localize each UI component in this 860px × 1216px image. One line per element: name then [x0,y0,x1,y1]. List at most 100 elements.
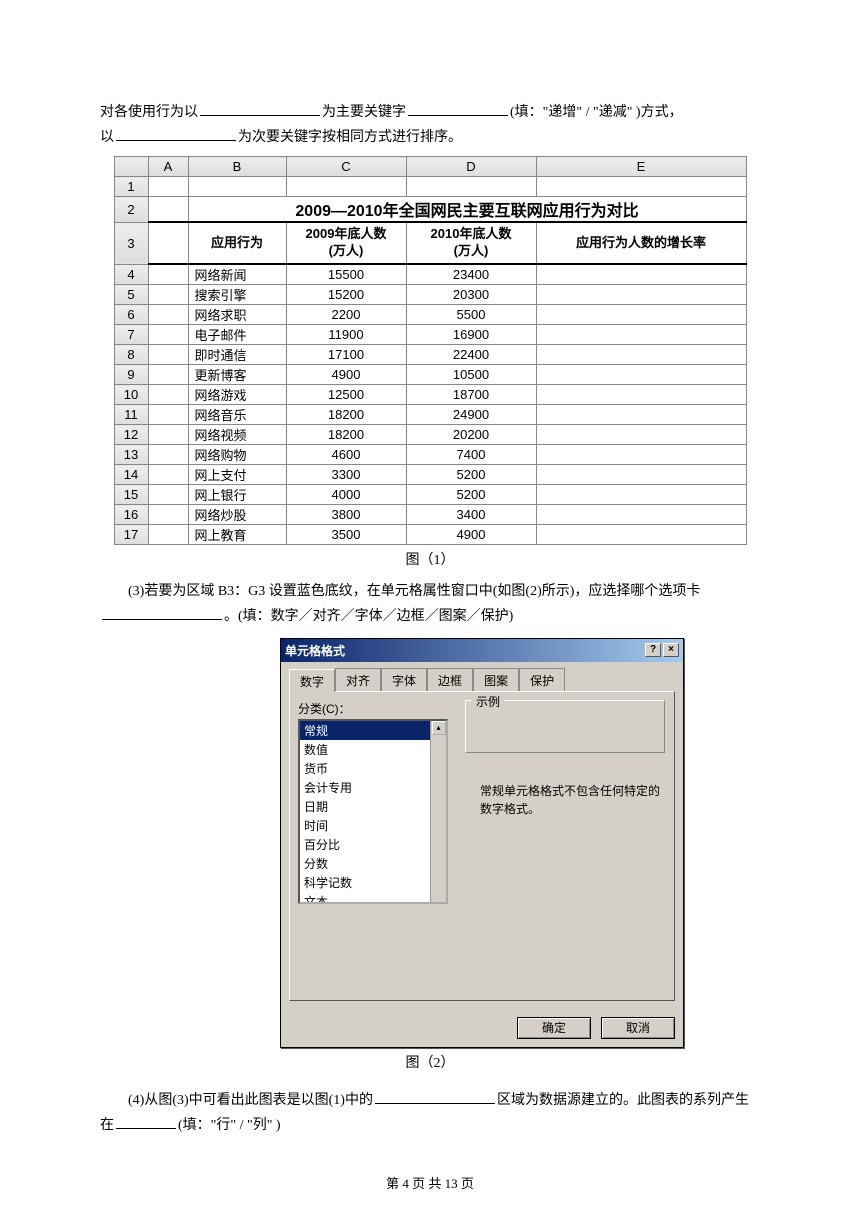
cell-2009: 3300 [286,465,406,485]
table-row: 11网络音乐1820024900 [114,405,746,425]
header-behavior: 应用行为 [188,222,286,264]
tab-保护[interactable]: 保护 [519,668,565,691]
table-row: 10网络游戏1250018700 [114,385,746,405]
category-item[interactable]: 数值 [300,740,446,759]
cell-2009: 15200 [286,285,406,305]
cell-2010: 20300 [406,285,536,305]
ok-button[interactable]: 确定 [517,1017,591,1039]
blank-order [408,102,508,116]
table-row: 9更新博客490010500 [114,365,746,385]
help-icon[interactable]: ? [645,643,661,657]
category-item[interactable]: 文本 [300,892,446,904]
col-header-A: A [148,157,188,177]
header-growth: 应用行为人数的增长率 [536,222,746,264]
cell-2009: 4900 [286,365,406,385]
cell-2009: 18200 [286,405,406,425]
row-header: 1 [114,177,148,197]
blank-secondary-key [116,127,236,141]
cell-2010: 7400 [406,445,536,465]
cell-2010: 4900 [406,525,536,545]
row-header: 4 [114,264,148,285]
cell-growth [536,505,746,525]
row-header: 7 [114,325,148,345]
category-listbox[interactable]: 常规数值货币会计专用日期时间百分比分数科学记数文本特殊自定义 ▴ [298,719,448,904]
category-item[interactable]: 科学记数 [300,873,446,892]
cell-2009: 18200 [286,425,406,445]
cell-2009: 11900 [286,325,406,345]
cell-growth [536,465,746,485]
cell-2010: 5500 [406,305,536,325]
table-row: 8即时通信1710022400 [114,345,746,365]
cell-2010: 5200 [406,485,536,505]
table-row: 14网上支付33005200 [114,465,746,485]
cell-2010: 5200 [406,465,536,485]
listbox-scrollbar[interactable]: ▴ [430,721,446,902]
spreadsheet-figure-1: A B C D E 1 22009—2010年全国网民主要互联网应用行为对比 3… [114,156,747,545]
cell-2010: 23400 [406,264,536,285]
tab-边框[interactable]: 边框 [427,668,473,691]
tab-图案[interactable]: 图案 [473,668,519,691]
cell-growth [536,405,746,425]
category-item[interactable]: 日期 [300,797,446,816]
row-header: 9 [114,365,148,385]
sheet-title: 2009—2010年全国网民主要互联网应用行为对比 [188,197,746,223]
category-item[interactable]: 分数 [300,854,446,873]
corner-header [114,157,148,177]
table-row: 7电子邮件1190016900 [114,325,746,345]
cell-behavior: 网络音乐 [188,405,286,425]
table-row: 5搜索引擎1520020300 [114,285,746,305]
cell-behavior: 网上银行 [188,485,286,505]
row-header: 14 [114,465,148,485]
blank-series-in [116,1115,176,1129]
cell-2009: 4600 [286,445,406,465]
cell-behavior: 即时通信 [188,345,286,365]
tab-字体[interactable]: 字体 [381,668,427,691]
close-icon[interactable]: × [663,643,679,657]
row-header: 2 [114,197,148,223]
cell-behavior: 电子邮件 [188,325,286,345]
cell-behavior: 网络求职 [188,305,286,325]
blank-primary-key [200,102,320,116]
col-header-E: E [536,157,746,177]
question-sort-text: 对各使用行为以为主要关键字(填："递增" / "递减" )方式， 以为次要关键字… [100,100,760,150]
cell-2009: 2200 [286,305,406,325]
cell-growth [536,525,746,545]
cancel-button[interactable]: 取消 [601,1017,675,1039]
blank-tab-answer [102,606,222,620]
category-item[interactable]: 常规 [300,721,446,740]
example-legend: 示例 [472,693,504,710]
dialog-title: 单元格格式 [285,642,345,659]
header-2009: 2009年底人数(万人) [286,222,406,264]
cell-behavior: 网上教育 [188,525,286,545]
cell-growth [536,385,746,405]
category-item[interactable]: 时间 [300,816,446,835]
row-header: 6 [114,305,148,325]
cell-format-dialog: 单元格格式 ? × 数字对齐字体边框图案保护 分类(C)： 常规数值货币会计专用… [280,638,684,1048]
row-header: 12 [114,425,148,445]
scroll-up-icon[interactable]: ▴ [432,721,446,735]
cell-behavior: 网络游戏 [188,385,286,405]
tab-对齐[interactable]: 对齐 [335,668,381,691]
category-item[interactable]: 会计专用 [300,778,446,797]
row-header: 13 [114,445,148,465]
tab-数字[interactable]: 数字 [289,669,335,692]
row-header: 10 [114,385,148,405]
col-header-C: C [286,157,406,177]
header-2010: 2010年底人数(万人) [406,222,536,264]
category-item[interactable]: 百分比 [300,835,446,854]
cell-2010: 3400 [406,505,536,525]
cell-growth [536,345,746,365]
row-header: 17 [114,525,148,545]
table-row: 15网上银行40005200 [114,485,746,505]
category-item[interactable]: 货币 [300,759,446,778]
cell-growth [536,485,746,505]
table-row: 6 网络求职22005500 [114,305,746,325]
table-row: 4网络新闻1550023400 [114,264,746,285]
cell-2010: 22400 [406,345,536,365]
row-header: 8 [114,345,148,365]
table-row: 12网络视频1820020200 [114,425,746,445]
page-footer: 第 4 页 共 13 页 [0,1173,860,1192]
cell-growth [536,365,746,385]
cell-2009: 15500 [286,264,406,285]
cell-growth [536,305,746,325]
